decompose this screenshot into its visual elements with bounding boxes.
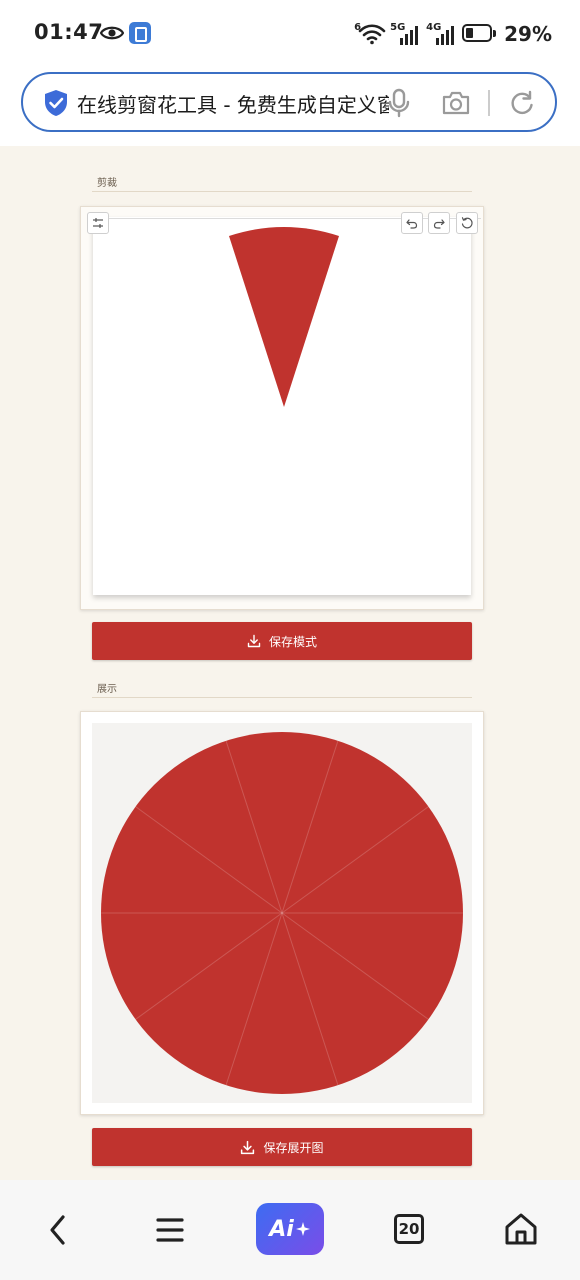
home-icon[interactable] (503, 1212, 539, 1246)
hamburger-menu-icon[interactable] (155, 1216, 185, 1244)
undo-button[interactable] (401, 212, 423, 234)
crop-canvas[interactable] (93, 217, 471, 595)
refresh-icon[interactable] (509, 90, 535, 116)
status-bar: 01:47 6 5G 4G 29% (0, 0, 580, 66)
wifi-status: 6 (354, 22, 386, 46)
redo-button[interactable] (428, 212, 450, 234)
display-section-divider (92, 697, 472, 698)
download-icon (247, 634, 261, 648)
bottom-nav: Ai 20 (0, 1180, 580, 1280)
sliders-icon (93, 218, 103, 228)
shield-check-icon (45, 90, 67, 116)
battery-percent: 29% (504, 22, 552, 46)
crop-wedge-svg (229, 227, 339, 407)
reset-button[interactable] (456, 212, 478, 234)
screen: 01:47 6 5G 4G 29% 在线剪窗花工具 - 免费生成自定义窗花 剪裁… (0, 0, 580, 1280)
status-time: 01:47 (34, 20, 104, 44)
redo-icon (433, 219, 445, 229)
papercut-display-svg (101, 732, 463, 1094)
display-canvas (92, 723, 472, 1103)
battery-icon (462, 24, 498, 44)
tool-guide-line (101, 218, 481, 219)
display-section-label: 展示 (97, 684, 117, 695)
url-text[interactable]: 在线剪窗花工具 - 免费生成自定义窗花 (77, 89, 389, 118)
ai-assistant-button[interactable]: Ai (256, 1203, 324, 1255)
battery-tip (493, 30, 497, 37)
chevron-left-icon[interactable] (44, 1214, 72, 1246)
crop-panel (80, 206, 484, 610)
undo-icon (406, 219, 418, 229)
save-unfolded-label: 保存展开图 (263, 1140, 324, 1155)
crop-section-label: 剪裁 (97, 178, 117, 189)
address-bar[interactable]: 在线剪窗花工具 - 免费生成自定义窗花 (21, 72, 557, 132)
download-icon (241, 1140, 255, 1154)
signal-5g: 5G (390, 22, 420, 46)
display-panel (80, 711, 484, 1115)
app-notification-icon (129, 22, 151, 44)
signal-bars-icon (400, 26, 419, 45)
microphone-icon[interactable] (387, 88, 411, 118)
save-pattern-button[interactable]: 保存模式 (92, 622, 472, 660)
signal-bars-icon (436, 26, 455, 45)
reset-icon (461, 217, 473, 229)
page-content: 剪裁 保存模式 展示 保存展开图 (0, 146, 580, 1180)
crop-settings-button[interactable] (87, 212, 109, 234)
signal-4g: 4G (426, 22, 456, 46)
eye-icon (100, 26, 124, 40)
save-unfolded-button[interactable]: 保存展开图 (92, 1128, 472, 1166)
tabs-count-button[interactable]: 20 (394, 1214, 424, 1244)
crop-wedge[interactable] (229, 227, 339, 407)
ai-label: Ai (269, 1216, 294, 1242)
battery-fill (466, 28, 474, 38)
status-right: 6 5G 4G 29% (354, 20, 552, 48)
address-bar-separator (488, 90, 490, 116)
save-pattern-label: 保存模式 (268, 634, 317, 649)
camera-icon[interactable] (441, 90, 471, 116)
crop-section-divider (92, 191, 472, 192)
sparkle-icon (295, 1222, 310, 1236)
wifi-icon (358, 24, 386, 45)
browser-bar: 在线剪窗花工具 - 免费生成自定义窗花 (0, 66, 580, 147)
